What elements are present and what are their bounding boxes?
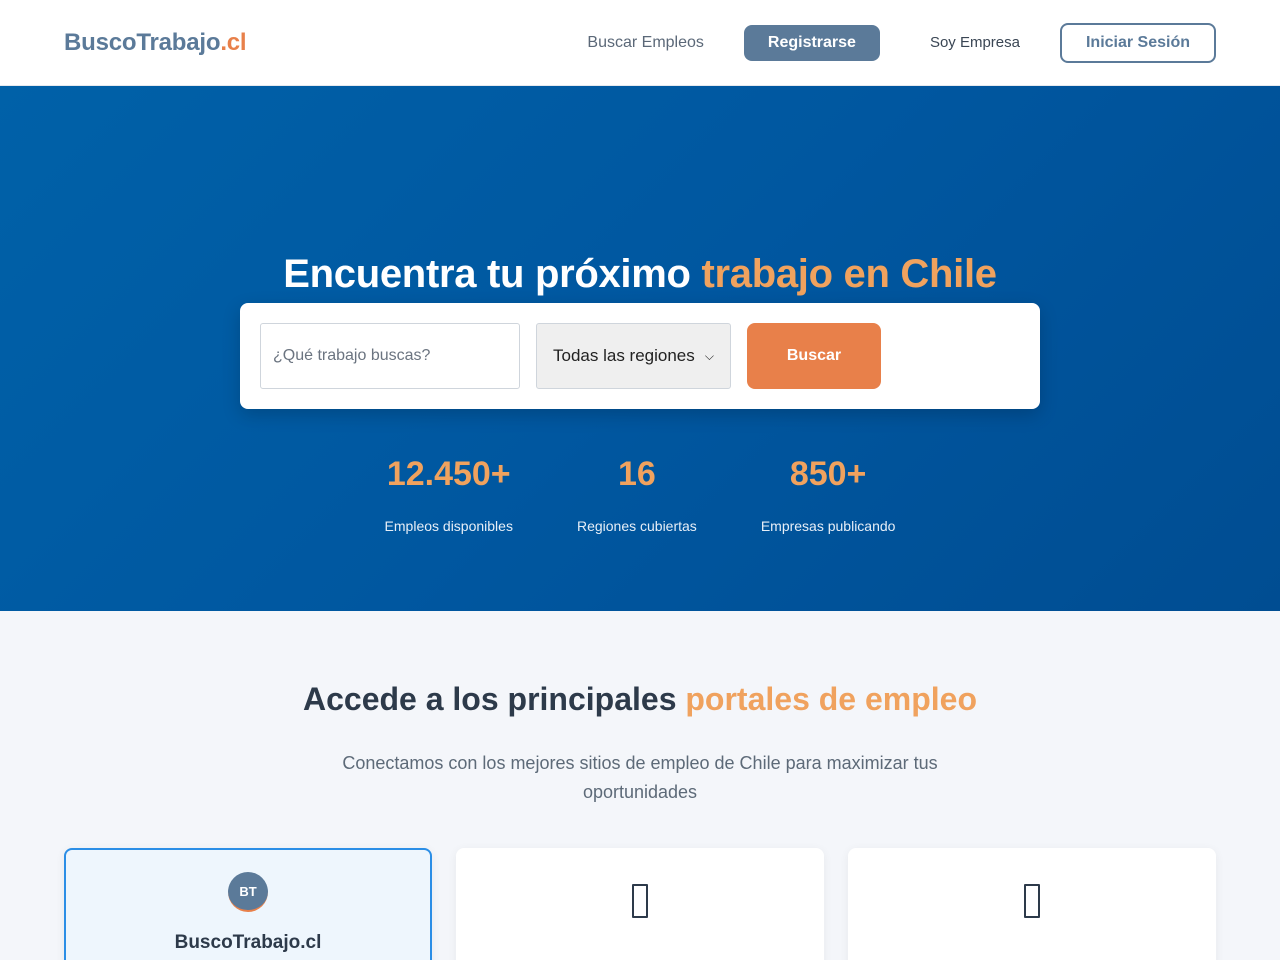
portal-cards: BT BuscoTrabajo.cl	[64, 848, 1216, 960]
hero-section: Encuentra tu próximo trabajo en Chile Ac…	[0, 86, 1280, 611]
register-button[interactable]: Registrarse	[743, 24, 880, 61]
top-navbar: BuscoTrabajo.cl Buscar Empleos Registrar…	[0, 0, 1280, 86]
portals-section: Accede a los principales portales de emp…	[0, 611, 1280, 960]
job-search-box: Todas las regiones ⌵ Buscar	[240, 303, 1040, 409]
region-select[interactable]: Todas las regiones ⌵	[536, 323, 731, 389]
stat-regions: 16 Regiones cubiertas	[577, 454, 697, 534]
main-nav: Buscar Empleos Registrarse Soy Empresa I…	[587, 22, 1216, 63]
hero-title: Encuentra tu próximo trabajo en Chile	[0, 252, 1280, 297]
portals-title: Accede a los principales portales de emp…	[0, 681, 1280, 718]
hero-title-accent: trabajo en Chile	[701, 252, 997, 296]
nav-link-company[interactable]: Soy Empresa	[930, 34, 1020, 51]
portal-name: BuscoTrabajo.cl	[174, 932, 322, 953]
portals-title-accent: portales de empleo	[685, 681, 978, 717]
logo-main: BuscoTrabajo	[64, 28, 221, 56]
portal-card[interactable]	[848, 848, 1216, 960]
portals-title-main: Accede a los principales	[302, 681, 686, 717]
logo-tld: .cl	[220, 28, 247, 56]
stats-row: 12.450+ Empleos disponibles 16 Regiones …	[0, 454, 1280, 534]
job-search-input[interactable]	[260, 323, 520, 389]
stat-jobs: 12.450+ Empleos disponibles	[385, 454, 513, 534]
stat-label: Regiones cubiertas	[576, 518, 697, 534]
missing-glyph-icon	[1024, 884, 1040, 918]
stat-label: Empleos disponibles	[384, 518, 513, 534]
portal-card[interactable]	[456, 848, 824, 960]
site-logo[interactable]: BuscoTrabajo.cl	[64, 28, 247, 57]
stat-value: 850+	[789, 455, 867, 493]
region-select-value: Todas las regiones	[553, 346, 695, 365]
portal-avatar: BT	[228, 872, 268, 912]
chevron-down-icon: ⌵	[704, 348, 714, 363]
portals-subtitle: Conectamos con los mejores sitios de emp…	[342, 753, 938, 802]
missing-glyph-icon	[632, 884, 648, 918]
stat-value: 16	[617, 455, 656, 493]
stat-value: 12.450+	[386, 455, 511, 493]
stat-label: Empresas publicando	[760, 518, 896, 534]
nav-link-search-jobs[interactable]: Buscar Empleos	[587, 34, 704, 52]
portal-card-buscotrabajo[interactable]: BT BuscoTrabajo.cl	[64, 848, 432, 960]
hero-title-main: Encuentra tu próximo	[283, 252, 702, 296]
login-button[interactable]: Iniciar Sesión	[1060, 22, 1216, 63]
stat-companies: 850+ Empresas publicando	[761, 454, 896, 534]
search-button[interactable]: Buscar	[747, 323, 881, 389]
